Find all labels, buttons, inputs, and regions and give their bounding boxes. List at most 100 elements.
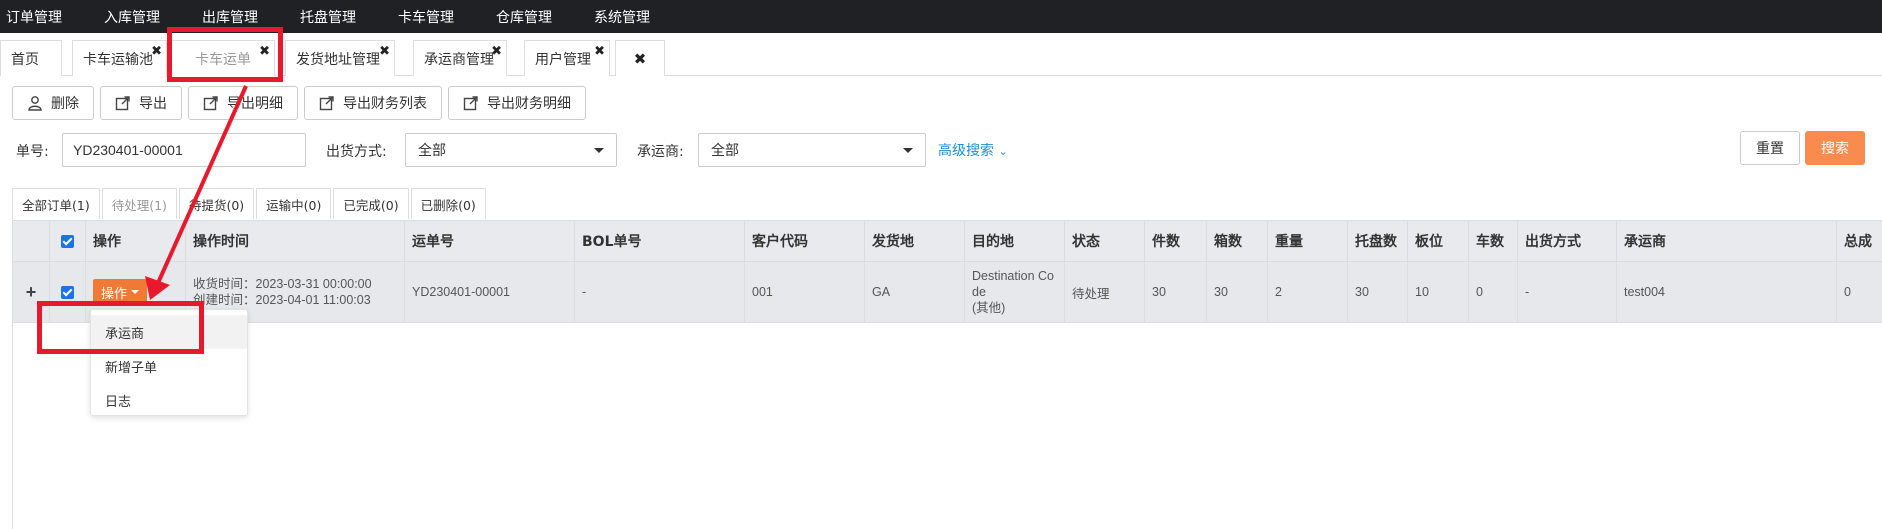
status-tab-pending[interactable]: 待处理(1) (101, 188, 177, 219)
export-icon (203, 96, 218, 111)
caret-down-icon (131, 290, 140, 294)
header-pieces: 件数 (1144, 221, 1206, 261)
nav-warehouse-management[interactable]: 仓库管理 (496, 7, 552, 27)
header-pallets: 托盘数 (1347, 221, 1407, 261)
status-tab-completed[interactable]: 已完成(0) (333, 188, 409, 219)
checkbox-checked-icon[interactable] (61, 285, 74, 299)
tab-label: 卡车运输池 (83, 51, 153, 68)
table-row[interactable]: + 操作 收货时间：2023-03-31 00:00:00 创建时间：2023-… (13, 262, 1882, 323)
tab-user-management[interactable]: 用户管理 ✖ (524, 40, 610, 76)
destination-line: de (972, 285, 986, 299)
header-select-all[interactable] (49, 221, 85, 261)
header-operation-time: 操作时间 (185, 221, 404, 261)
carrier-label: 承运商: (637, 144, 684, 160)
destination-type: (其他) (972, 301, 1006, 315)
table-header: 操作 操作时间 运单号 BOL单号 客户代码 发货地 目的地 状态 件数 箱数 … (13, 220, 1882, 262)
caret-down-icon (903, 148, 913, 153)
ship-method-cell: - (1517, 262, 1616, 322)
nav-outbound-management[interactable]: 出库管理 (202, 7, 258, 27)
header-waybill-no: 运单号 (404, 221, 574, 261)
export-label: 导出 (139, 96, 167, 112)
delete-label: 删除 (51, 96, 79, 112)
tab-truck-pool[interactable]: 卡车运输池 ✖ (72, 40, 167, 76)
export-finance-detail-button[interactable]: 导出财务明细 (448, 86, 586, 120)
tab-label: 用户管理 (535, 51, 591, 68)
status-tab-in-transit[interactable]: 运输中(0) (256, 188, 332, 219)
status-tab-awaiting-pickup[interactable]: 待提货(0) (178, 188, 255, 219)
export-detail-label: 导出明细 (227, 96, 283, 112)
export-icon (319, 96, 334, 111)
menu-item-add-sub-order[interactable]: 新增子单 (91, 349, 247, 383)
nav-order-management[interactable]: 订单管理 (6, 7, 62, 27)
close-icon[interactable]: ✖ (491, 44, 502, 59)
export-finance-list-label: 导出财务列表 (343, 96, 427, 112)
status-tab-all[interactable]: 全部订单(1) (12, 188, 100, 219)
close-icon[interactable]: ✖ (379, 44, 390, 59)
advanced-search-link[interactable]: 高级搜索 ⌄ (938, 140, 1008, 160)
waybill-table: 操作 操作时间 运单号 BOL单号 客户代码 发货地 目的地 状态 件数 箱数 … (12, 220, 1882, 529)
header-trucks: 车数 (1468, 221, 1517, 261)
status-cell: 待处理 (1064, 262, 1144, 322)
close-icon[interactable]: ✖ (594, 44, 605, 59)
tab-ship-address[interactable]: 发货地址管理 ✖ (285, 40, 395, 76)
export-finance-detail-label: 导出财务明细 (487, 96, 571, 112)
advanced-search-label: 高级搜索 (938, 143, 994, 159)
header-origin: 发货地 (864, 221, 964, 261)
header-expand-col (13, 221, 49, 261)
header-status: 状态 (1064, 221, 1144, 261)
delete-button[interactable]: 删除 (12, 86, 94, 120)
nav-pallet-management[interactable]: 托盘管理 (300, 7, 356, 27)
search-button[interactable]: 搜索 (1805, 131, 1865, 165)
carrier-select[interactable]: 全部 (698, 133, 926, 167)
header-operation: 操作 (85, 221, 185, 261)
ship-method-select[interactable]: 全部 (405, 133, 617, 167)
plus-icon[interactable]: + (26, 282, 37, 303)
header-bol-no: BOL单号 (574, 221, 744, 261)
tab-label: 承运商管理 (424, 51, 494, 68)
menu-item-log[interactable]: 日志 (91, 383, 247, 417)
toolbar: 删除 导出 导出明细 导出财务列表 导出财务明细 (12, 86, 586, 120)
header-destination: 目的地 (964, 221, 1064, 261)
ship-method-value: 全部 (418, 143, 446, 159)
nav-inbound-management[interactable]: 入库管理 (104, 7, 160, 27)
origin-cell: GA (864, 262, 964, 322)
export-detail-button[interactable]: 导出明细 (188, 86, 298, 120)
boxes-cell: 30 (1206, 262, 1267, 322)
reset-button[interactable]: 重置 (1740, 131, 1800, 165)
user-remove-icon (28, 96, 42, 111)
tab-close-all[interactable]: ✖ (615, 40, 665, 76)
pallets-cell: 30 (1347, 262, 1407, 322)
chevron-down-icon: ⌄ (998, 145, 1008, 158)
order-no-input[interactable]: YD230401-00001 (62, 133, 306, 167)
ship-method-label: 出货方式: (326, 144, 387, 160)
status-tab-deleted[interactable]: 已删除(0) (410, 188, 486, 219)
caret-down-icon (594, 148, 604, 153)
operation-button-label: 操作 (101, 285, 128, 301)
board-slots-cell: 10 (1407, 262, 1468, 322)
close-icon[interactable]: ✖ (634, 50, 647, 68)
nav-system-management[interactable]: 系统管理 (594, 7, 650, 27)
close-icon[interactable]: ✖ (151, 44, 162, 59)
weight-cell: 2 (1267, 262, 1347, 322)
carrier-value: 全部 (711, 143, 739, 159)
create-time: 创建时间：2023-04-01 11:00:03 (193, 293, 371, 307)
tab-carrier-management[interactable]: 承运商管理 ✖ (413, 40, 507, 76)
tab-home[interactable]: 首页 (0, 40, 62, 76)
export-button[interactable]: 导出 (100, 86, 182, 120)
export-finance-list-button[interactable]: 导出财务列表 (304, 86, 442, 120)
trucks-cell: 0 (1468, 262, 1517, 322)
order-no-value: YD230401-00001 (73, 142, 183, 158)
status-tabs: 全部订单(1) 待处理(1) 待提货(0) 运输中(0) 已完成(0) 已删除(… (12, 188, 488, 219)
header-total: 总成 (1836, 221, 1882, 261)
order-no-label: 单号: (16, 144, 49, 160)
nav-truck-management[interactable]: 卡车管理 (398, 7, 454, 27)
header-customer-code: 客户代码 (744, 221, 864, 261)
pieces-cell: 30 (1144, 262, 1206, 322)
carrier-cell: test004 (1616, 262, 1836, 322)
destination-cell: Destination Co de (其他) (964, 262, 1064, 322)
receive-time: 收货时间：2023-03-31 00:00:00 (193, 277, 372, 291)
header-ship-method: 出货方式 (1517, 221, 1616, 261)
header-board-slots: 板位 (1407, 221, 1468, 261)
checkbox-checked-icon[interactable] (61, 234, 74, 248)
waybill-no-cell: YD230401-00001 (404, 262, 574, 322)
